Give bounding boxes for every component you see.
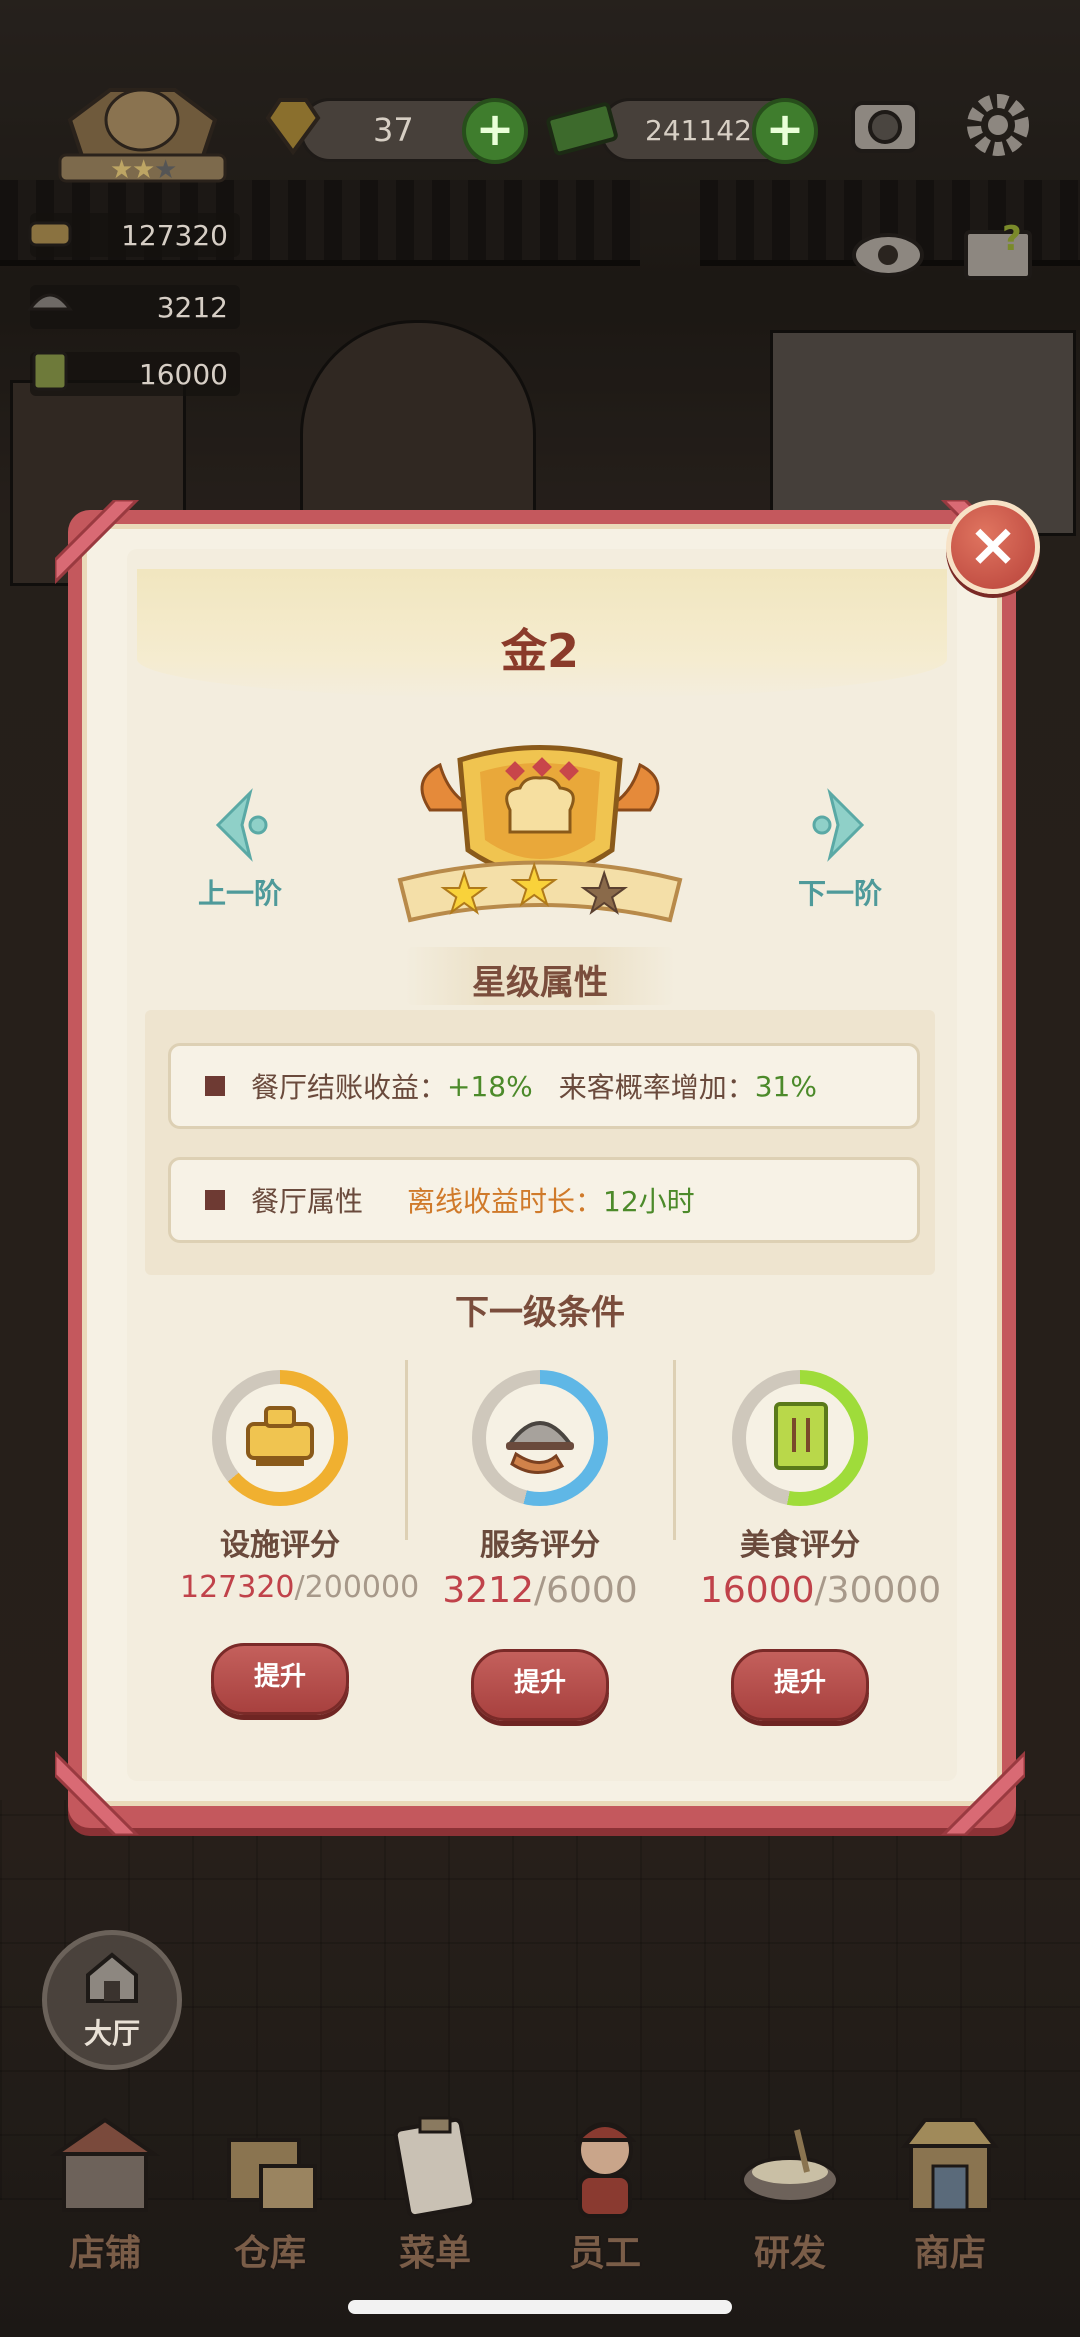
service-requirement: 服务评分 3212/6000 提升 <box>440 1370 640 1721</box>
facility-score-value: 127320 <box>121 218 228 252</box>
tab-research-label: 研发 <box>753 2233 826 2274</box>
house-icon <box>86 1952 138 2003</box>
tab-store[interactable]: 商店 <box>875 2110 1025 2300</box>
tab-research[interactable]: 研发 <box>715 2110 865 2300</box>
customer-rate-value: 31% <box>754 1069 817 1103</box>
svg-text:★: ★ <box>580 862 628 925</box>
camera-icon[interactable] <box>845 85 925 165</box>
close-button[interactable]: × <box>946 500 1040 594</box>
offline-duration-label: 离线收益时长： <box>407 1185 604 1218</box>
tab-menu-label: 菜单 <box>398 2233 471 2274</box>
upgrade-facility-button[interactable]: 提升 <box>211 1643 349 1715</box>
arrow-left-icon <box>215 788 268 862</box>
tray-small-icon <box>27 293 73 311</box>
bullet-square-icon <box>205 1190 225 1210</box>
facility-score-progress: 127320/200000 <box>180 1570 419 1605</box>
gem-count: 37 <box>373 111 414 149</box>
food-progress-ring <box>732 1370 868 1506</box>
checkout-revenue-value: +18% <box>447 1069 533 1103</box>
hotpot-icon <box>246 1406 314 1466</box>
svg-text:?: ? <box>1002 219 1022 259</box>
store-icon <box>900 2118 1000 2212</box>
food-target: /30000 <box>814 1570 942 1611</box>
help-book-icon[interactable]: ? <box>958 210 1038 290</box>
home-indicator[interactable] <box>348 2300 732 2314</box>
service-score-label: 服务评分 <box>480 1528 600 1563</box>
svg-text:★: ★ <box>440 862 488 925</box>
facility-current: 127320 <box>180 1570 295 1605</box>
gem-icon <box>265 98 321 156</box>
facility-target: /200000 <box>294 1570 420 1605</box>
add-cash-button[interactable]: + <box>752 98 818 164</box>
prev-rank-label: 上一阶 <box>197 877 282 910</box>
eye-view-icon[interactable] <box>848 215 928 295</box>
corner-ribbon <box>55 500 140 585</box>
research-pot-icon <box>740 2129 840 2204</box>
close-icon: × <box>967 510 1019 580</box>
service-target: /6000 <box>533 1570 638 1611</box>
service-score-value: 3212 <box>156 290 228 324</box>
svg-text:★: ★ <box>110 155 133 185</box>
food-score-progress: 16000/30000 <box>700 1570 941 1611</box>
upgrade-food-button[interactable]: 提升 <box>731 1649 869 1721</box>
svg-text:★: ★ <box>154 155 177 185</box>
food-score-value: 16000 <box>138 357 228 391</box>
shop-icon <box>49 2117 161 2212</box>
tab-store-label: 商店 <box>913 2233 986 2274</box>
cash-icon <box>546 102 618 156</box>
next-rank-label: 下一阶 <box>797 877 882 910</box>
tab-shop[interactable]: 店铺 <box>30 2110 180 2300</box>
corner-ribbon <box>939 1749 1025 1835</box>
customer-rate-label: 来客概率增加： <box>558 1071 755 1104</box>
attribute-row: 餐厅属性 离线收益时长： 12小时 <box>168 1157 920 1243</box>
tab-menu[interactable]: 菜单 <box>360 2110 510 2300</box>
food-score-label: 美食评分 <box>740 1528 860 1563</box>
recipe-book-icon <box>774 1402 828 1470</box>
service-progress-ring <box>472 1370 608 1506</box>
facility-requirement: 设施评分 127320/200000 提升 <box>180 1370 419 1715</box>
checkout-revenue-label: 餐厅结账收益： <box>251 1071 448 1104</box>
corner-ribbon <box>55 1749 141 1835</box>
service-score-progress: 3212/6000 <box>440 1570 640 1611</box>
bullet-square-icon <box>205 1076 225 1096</box>
hall-label: 大厅 <box>83 2017 140 2050</box>
service-current: 3212 <box>442 1570 534 1611</box>
food-current: 16000 <box>700 1570 815 1611</box>
next-level-heading: 下一级条件 <box>455 1293 625 1333</box>
attribute-row: 餐厅结账收益： +18% 来客概率增加： 31% <box>168 1043 920 1129</box>
tab-staff[interactable]: 员工 <box>530 2110 680 2300</box>
column-divider <box>673 1360 676 1540</box>
star-attributes-heading: 星级属性 <box>472 963 608 1003</box>
tab-warehouse[interactable]: 仓库 <box>195 2110 345 2300</box>
svg-text:★: ★ <box>510 854 558 917</box>
hotpot-small-icon <box>28 221 72 247</box>
food-requirement: 美食评分 16000/30000 提升 <box>700 1370 941 1721</box>
svg-text:★: ★ <box>132 155 155 185</box>
cash-count: 2411429 <box>645 113 770 147</box>
next-rank-button[interactable]: 下一阶 <box>780 785 900 912</box>
prev-rank-button[interactable]: 上一阶 <box>180 785 300 912</box>
staff-icon <box>573 2122 637 2218</box>
upgrade-service-button[interactable]: 提升 <box>471 1649 609 1721</box>
tab-staff-label: 员工 <box>568 2233 641 2274</box>
column-divider <box>405 1360 408 1540</box>
gold-rank-badge: ★ ★ ★ <box>397 745 683 926</box>
restaurant-rank-badge[interactable]: ★★★ <box>50 70 235 190</box>
tab-shop-label: 店铺 <box>68 2233 141 2274</box>
menu-clipboard-icon <box>393 2116 477 2219</box>
tab-warehouse-label: 仓库 <box>233 2233 306 2274</box>
book-small-icon <box>32 351 68 391</box>
offline-duration-value: 12小时 <box>603 1185 695 1218</box>
arrow-right-icon <box>812 788 865 862</box>
facility-score-label: 设施评分 <box>220 1528 340 1563</box>
facility-progress-ring <box>212 1370 348 1506</box>
warehouse-icon <box>227 2138 317 2212</box>
add-gems-button[interactable]: + <box>462 98 528 164</box>
rank-title: 金2 <box>500 624 579 678</box>
serving-tray-icon <box>506 1421 574 1474</box>
restaurant-attribute-label: 餐厅属性 <box>251 1185 364 1218</box>
hall-button[interactable]: 大厅 <box>42 1930 182 2070</box>
settings-gear-icon[interactable] <box>958 85 1038 165</box>
